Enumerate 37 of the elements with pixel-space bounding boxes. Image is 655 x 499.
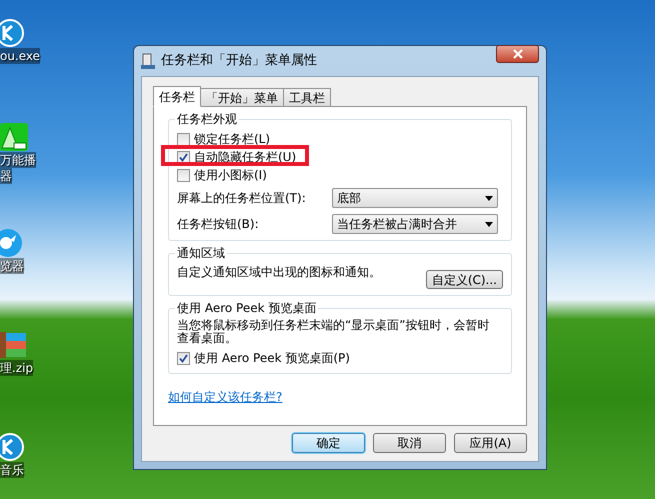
tab[interactable]: 「开始」菜单	[200, 88, 284, 106]
tab[interactable]: 任务栏	[153, 86, 201, 107]
field-label: 屏幕上的任务栏位置(T):	[177, 190, 307, 207]
checkbox[interactable]	[177, 168, 190, 182]
close-button[interactable]	[496, 45, 539, 63]
help-link[interactable]: 如何自定义该任务栏?	[168, 388, 282, 406]
customize-button[interactable]: 自定义(C)...	[426, 270, 503, 289]
description-text: 当您将鼠标移动到任务栏末端的“显示桌面”按钮时，会暂时查看桌面。	[177, 319, 490, 345]
group-title: 使用 Aero Peek 预览桌面	[175, 301, 318, 315]
close-icon	[512, 49, 522, 59]
caret-icon	[485, 196, 493, 200]
checkbox-label: 自动隐藏任务栏(U)	[194, 149, 296, 166]
icon-label: 音乐	[0, 462, 24, 478]
description-text: 自定义通知区域中出现的图标和通知。	[177, 264, 381, 280]
checkbox-label: 使用 Aero Peek 预览桌面(P)	[194, 350, 350, 367]
checkbox-label: 锁定任务栏(L)	[194, 131, 270, 148]
checkbox-label: 使用小图标(I)	[194, 167, 267, 184]
icon-label: 览器	[0, 258, 24, 274]
dropdown[interactable]: 当任务栏被占满时合并	[332, 214, 498, 234]
group-title: 任务栏外观	[175, 112, 239, 126]
dialog-button[interactable]: 取消	[373, 433, 446, 453]
caret-icon	[485, 222, 493, 226]
dropdown[interactable]: 底部	[332, 188, 498, 208]
icon-label: 万能播	[0, 152, 36, 168]
checkbox[interactable]	[177, 150, 190, 164]
checkbox[interactable]	[177, 132, 190, 146]
window-title: 任务栏和「开始」菜单属性	[161, 52, 317, 70]
icon-label: 器	[0, 168, 12, 184]
group-title: 通知区域	[175, 246, 227, 260]
icon-label: 理.zip	[0, 360, 34, 376]
dialog-button[interactable]: 应用(A)	[454, 433, 527, 453]
icon-label: ou.exe	[0, 48, 40, 64]
tab[interactable]: 工具栏	[283, 88, 331, 106]
checkbox[interactable]	[177, 352, 190, 364]
field-label: 任务栏按钮(B):	[177, 216, 260, 233]
taskbar-properties-icon	[141, 53, 155, 69]
dialog-button[interactable]: 确定	[292, 433, 365, 453]
